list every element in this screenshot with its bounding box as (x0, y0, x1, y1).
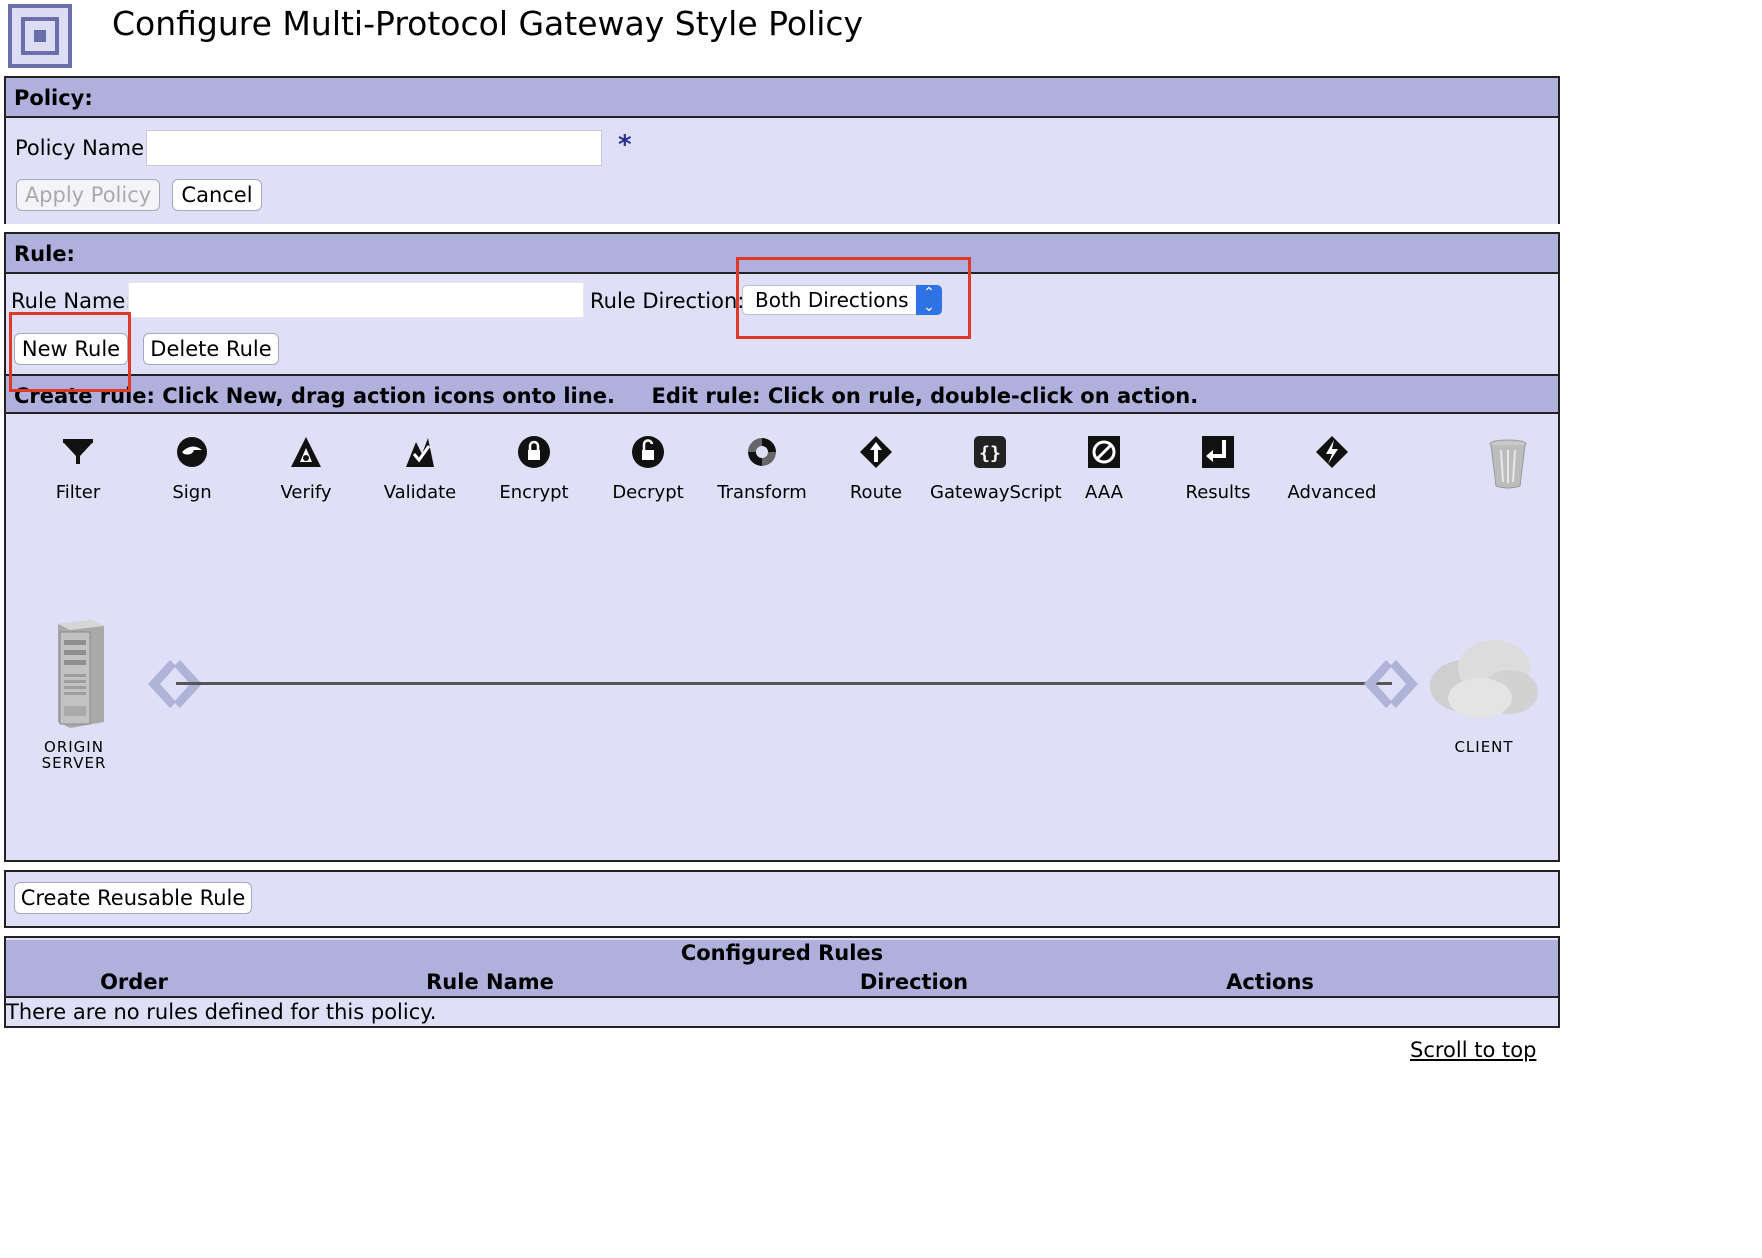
origin-label-line1: ORIGIN (44, 738, 104, 756)
palette-label: Transform (717, 482, 807, 503)
column-order: Order (100, 970, 168, 994)
policy-panel: Policy: Policy Name: * Apply Policy Canc… (4, 76, 1560, 224)
validate-icon (406, 438, 434, 467)
encrypt-icon (518, 436, 550, 468)
rule-name-input[interactable] (128, 282, 584, 318)
column-direction: Direction (859, 970, 969, 994)
verify-icon (291, 437, 321, 467)
origin-server-label: ORIGIN SERVER (34, 739, 114, 771)
required-marker: * (618, 130, 632, 160)
filter-icon (63, 439, 93, 464)
results-icon (1202, 436, 1234, 468)
palette-validate[interactable]: Validate (360, 434, 480, 503)
policy-header: Policy: (6, 78, 1558, 118)
apply-policy-button[interactable]: Apply Policy (16, 179, 160, 211)
app-logo-icon (8, 4, 72, 68)
trash-icon[interactable] (1488, 438, 1528, 490)
column-rule-name: Rule Name (426, 970, 554, 994)
rule-line[interactable] (176, 682, 1392, 685)
page-title: Configure Multi-Protocol Gateway Style P… (112, 4, 864, 43)
palette-gatewayscript[interactable]: {} GatewayScript (930, 434, 1062, 503)
palette-encrypt[interactable]: Encrypt (474, 434, 594, 503)
right-connector-icon (1364, 660, 1418, 708)
svg-text:{}: {} (979, 443, 1001, 464)
palette-label: Filter (55, 482, 101, 503)
palette-sign[interactable]: Sign (132, 434, 252, 503)
create-reusable-rule-button[interactable]: Create Reusable Rule (14, 882, 252, 914)
highlight-new-rule (9, 312, 131, 392)
transform-icon (748, 438, 776, 466)
decrypt-icon (632, 436, 664, 468)
origin-server-icon (58, 620, 104, 728)
sign-icon (177, 437, 207, 467)
configured-rules-panel: Configured Rules Order Rule Name Directi… (4, 936, 1560, 1028)
client-label: CLIENT (1454, 738, 1514, 756)
palette-transform[interactable]: Transform (702, 434, 822, 503)
palette-label: Sign (172, 482, 212, 503)
route-icon (860, 436, 892, 468)
palette-label: AAA (1085, 482, 1123, 503)
palette-label: Encrypt (499, 482, 569, 503)
reusable-rule-panel: Create Reusable Rule (4, 870, 1560, 928)
empty-rules-message: There are no rules defined for this poli… (6, 1000, 437, 1024)
configured-rules-header-row: Order Rule Name Direction Actions (6, 966, 1558, 998)
aaa-icon (1088, 436, 1120, 468)
palette-route[interactable]: Route (816, 434, 936, 503)
palette-label: GatewayScript (930, 482, 1062, 503)
palette-results[interactable]: Results (1158, 434, 1278, 503)
rule-name-label: Rule Name: (11, 289, 133, 313)
palette-advanced[interactable]: Advanced (1272, 434, 1392, 503)
column-actions: Actions (1226, 970, 1314, 994)
configured-rules-title: Configured Rules (6, 940, 1558, 966)
palette-label: Verify (280, 482, 332, 503)
origin-label-line2: SERVER (41, 754, 107, 772)
palette-aaa[interactable]: AAA (1044, 434, 1164, 503)
advanced-icon (1316, 436, 1348, 468)
palette-verify[interactable]: Verify (246, 434, 366, 503)
palette-label: Validate (383, 482, 457, 503)
palette-decrypt[interactable]: Decrypt (588, 434, 708, 503)
highlight-rule-direction (736, 257, 971, 339)
gatewayscript-icon: {} (974, 436, 1006, 468)
rule-direction-label: Rule Direction: (590, 289, 745, 313)
scroll-to-top-link[interactable]: Scroll to top (1410, 1038, 1536, 1062)
cancel-button[interactable]: Cancel (172, 179, 262, 211)
palette-filter[interactable]: Filter (18, 434, 138, 503)
policy-name-input[interactable] (146, 130, 602, 166)
client-cloud-icon (1430, 640, 1538, 718)
rule-instructions: Create rule: Click New, drag action icon… (6, 374, 1558, 414)
policy-name-label: Policy Name: (15, 136, 152, 160)
palette-label: Route (849, 482, 903, 503)
palette-label: Results (1185, 482, 1251, 503)
palette-label: Decrypt (612, 482, 684, 503)
delete-rule-button[interactable]: Delete Rule (143, 333, 279, 365)
palette-label: Advanced (1287, 482, 1377, 503)
